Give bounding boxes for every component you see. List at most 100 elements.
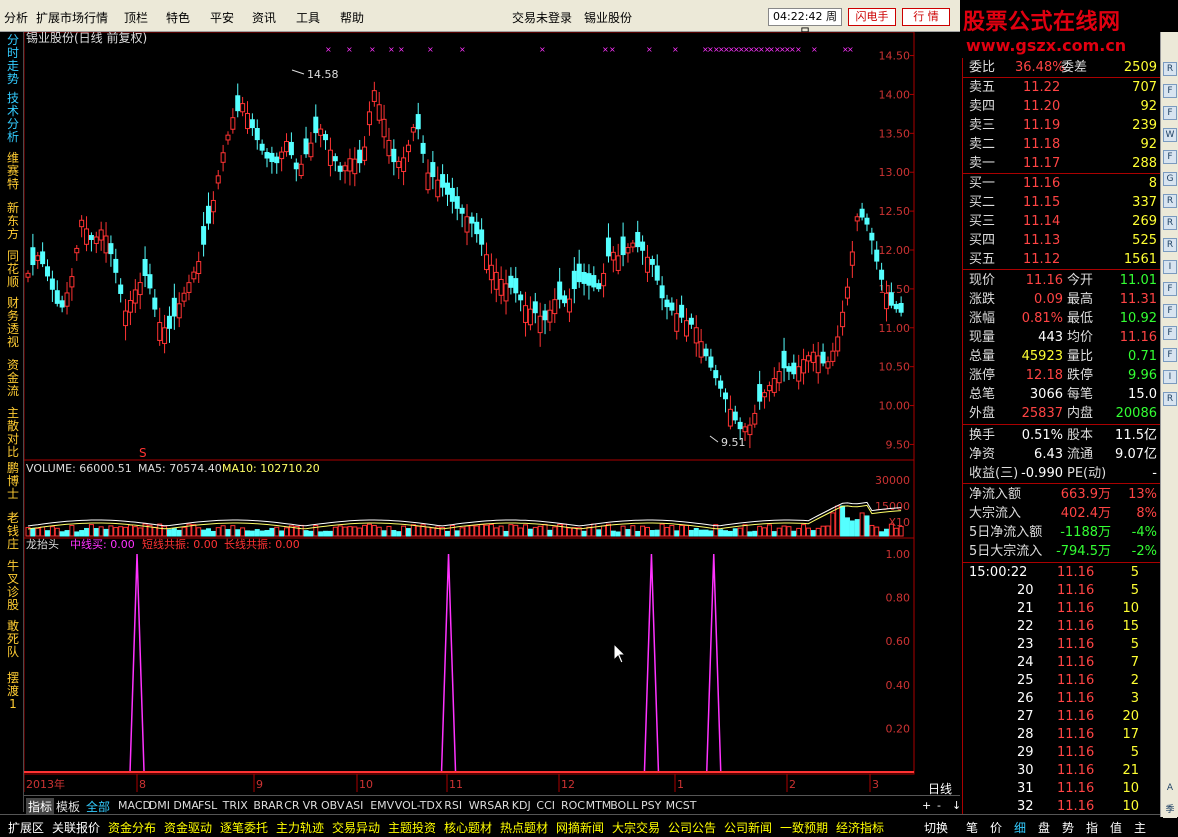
indicator-item-5[interactable]: BRAR	[253, 799, 283, 812]
side-button-14[interactable]: I	[1163, 370, 1177, 384]
bottom-item-2[interactable]: 资金分布	[108, 819, 156, 836]
menu-item-3[interactable]: 特色	[166, 9, 190, 26]
menu-item-6[interactable]: 工具	[296, 9, 320, 26]
menu-item-1[interactable]: 扩展市场行情	[36, 9, 108, 26]
menu-item-4[interactable]: 平安	[210, 9, 234, 26]
quote-tab-2[interactable]: 细	[1014, 819, 1026, 836]
bottom-item-10[interactable]: 网摘新闻	[556, 819, 604, 836]
side-button-7[interactable]: R	[1163, 216, 1177, 230]
flash-button[interactable]: 闪电手	[848, 8, 896, 26]
left-tab-5[interactable]: 财务透视	[4, 297, 22, 349]
indicator-item-3[interactable]: FSL	[198, 799, 217, 812]
side-button-3[interactable]: W	[1163, 128, 1177, 142]
indicator-item-10[interactable]: EMV	[370, 799, 394, 812]
bottom-item-14[interactable]: 一致预期	[780, 819, 828, 836]
menu-item-2[interactable]: 顶栏	[124, 9, 148, 26]
bottom-item-13[interactable]: 公司新闻	[724, 819, 772, 836]
quote-tab-1[interactable]: 价	[990, 819, 1002, 836]
side-button-12[interactable]: F	[1163, 326, 1177, 340]
side-button-6[interactable]: R	[1163, 194, 1177, 208]
menu-item-7[interactable]: 帮助	[340, 9, 364, 26]
left-tab-2[interactable]: 维赛特	[4, 152, 22, 191]
switch-button[interactable]: 切换	[924, 819, 948, 836]
quote-tab-6[interactable]: 值	[1110, 819, 1122, 836]
side-button-2[interactable]: F	[1163, 106, 1177, 120]
bottom-item-11[interactable]: 大宗交易	[612, 819, 660, 836]
quote-tab-7[interactable]: 主	[1134, 819, 1146, 836]
side-button-9[interactable]: I	[1163, 260, 1177, 274]
indicator-item-1[interactable]: DMI	[149, 799, 170, 812]
indicator-tab-1[interactable]: 模板	[56, 798, 80, 815]
quote-tab-4[interactable]: 势	[1062, 819, 1074, 836]
indicator-item-16[interactable]: CCI	[536, 799, 555, 812]
side-button-4[interactable]: F	[1163, 150, 1177, 164]
bottom-item-12[interactable]: 公司公告	[668, 819, 716, 836]
candle-101	[518, 294, 524, 301]
left-tab-1[interactable]: 技术分析	[4, 92, 22, 144]
bottom-item-3[interactable]: 资金驱动	[164, 819, 212, 836]
indicator-item-19[interactable]: BOLL	[610, 799, 638, 812]
bottom-item-7[interactable]: 主题投资	[388, 819, 436, 836]
side-button-13[interactable]: F	[1163, 348, 1177, 362]
left-tab-6[interactable]: 资金流	[4, 359, 22, 398]
indicator-item-2[interactable]: DMA	[173, 799, 199, 812]
left-tab-8[interactable]: 鹏博士	[4, 462, 22, 501]
side-button-5[interactable]: G	[1163, 172, 1177, 186]
chart-down-button[interactable]: ↓	[952, 799, 961, 812]
side-button-8[interactable]: R	[1163, 238, 1177, 252]
left-tab-12[interactable]: 摆渡1	[4, 672, 22, 711]
indicator-item-11[interactable]: VOL-TDX	[395, 799, 443, 812]
left-tab-10[interactable]: 牛叉诊股	[4, 560, 22, 612]
indicator-item-7[interactable]: VR	[303, 799, 318, 812]
side-button-0[interactable]: R	[1163, 62, 1177, 76]
indicator-tab-0[interactable]: 指标	[26, 798, 55, 815]
period-label[interactable]: 日线	[928, 780, 952, 797]
indicator-item-4[interactable]: TRIX	[223, 799, 248, 812]
indicator-item-18[interactable]: MTM	[586, 799, 612, 812]
indicator-item-21[interactable]: MCST	[666, 799, 697, 812]
indicator-item-12[interactable]: RSI	[444, 799, 462, 812]
left-tab-11[interactable]: 敢死队	[4, 620, 22, 659]
quote-tab-3[interactable]: 盘	[1038, 819, 1050, 836]
kline-chart[interactable]: 14.5014.0013.5013.0012.5012.0011.5011.00…	[24, 32, 916, 792]
bottom-item-9[interactable]: 热点题材	[500, 819, 548, 836]
market-button[interactable]: 行 情	[902, 8, 950, 26]
side-button-1[interactable]: F	[1163, 84, 1177, 98]
candle-79	[410, 127, 416, 133]
menu-item-0[interactable]: 分析	[4, 9, 28, 26]
left-tab-0[interactable]: 分时走势	[4, 34, 22, 86]
side-tail-0[interactable]: A	[1163, 782, 1177, 796]
side-tail-1[interactable]: 季	[1163, 804, 1177, 818]
indicator-item-6[interactable]: CR	[284, 799, 299, 812]
menu-item-5[interactable]: 资讯	[252, 9, 276, 26]
indicator-item-20[interactable]: PSY	[641, 799, 661, 812]
indicator-item-0[interactable]: MACD	[118, 799, 151, 812]
indicator-item-15[interactable]: KDJ	[512, 799, 531, 812]
bottom-item-15[interactable]: 经济指标	[836, 819, 884, 836]
bottom-item-1[interactable]: 关联报价	[52, 819, 100, 836]
bottom-item-0[interactable]: 扩展区	[8, 819, 44, 836]
side-button-15[interactable]: R	[1163, 392, 1177, 406]
indicator-item-17[interactable]: ROC	[561, 799, 585, 812]
left-tab-4[interactable]: 同花顺	[4, 250, 22, 289]
quote-tab-0[interactable]: 笔	[966, 819, 978, 836]
side-button-11[interactable]: F	[1163, 304, 1177, 318]
bottom-item-8[interactable]: 核心题材	[444, 819, 492, 836]
side-button-10[interactable]: F	[1163, 282, 1177, 296]
indicator-item-8[interactable]: OBV	[321, 799, 344, 812]
indicator-item-13[interactable]: WR	[469, 799, 488, 812]
left-tab-9[interactable]: 老钱庄	[4, 512, 22, 551]
indicator-item-14[interactable]: SAR	[487, 799, 509, 812]
bottom-item-4[interactable]: 逐笔委托	[220, 819, 268, 836]
left-tab-3[interactable]: 新东方	[4, 202, 22, 241]
candle-125	[635, 231, 641, 248]
chart-plus-button[interactable]: +	[922, 799, 931, 812]
quote-tab-5[interactable]: 指	[1086, 819, 1098, 836]
bottom-item-5[interactable]: 主力轨迹	[276, 819, 324, 836]
indicator-item-9[interactable]: ASI	[346, 799, 364, 812]
bottom-item-6[interactable]: 交易异动	[332, 819, 380, 836]
left-tab-7[interactable]: 主散对比	[4, 407, 22, 459]
login-status[interactable]: 交易未登录	[512, 9, 572, 26]
indicator-tab-2[interactable]: 全部	[86, 798, 110, 815]
chart-minus-button[interactable]: -	[937, 799, 941, 812]
